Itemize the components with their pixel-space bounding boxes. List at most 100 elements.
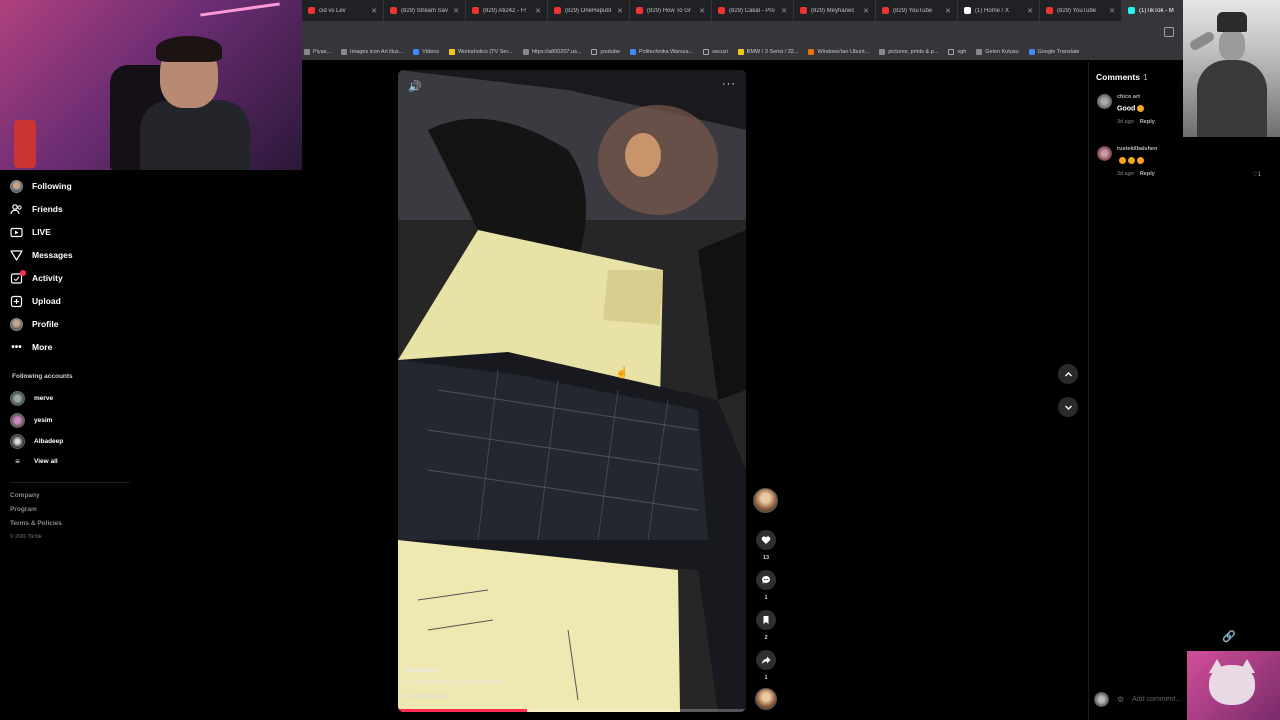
bookmark-item[interactable]: Workaholics (TV Ser... [448, 48, 513, 55]
browser-tab[interactable]: (829) Ati242 - Fr ✕ [466, 0, 548, 21]
comment-username[interactable]: rustekilbalshen [1117, 146, 1157, 152]
avatar[interactable] [1097, 94, 1112, 109]
bookmark-item[interactable]: secuzi [703, 48, 728, 55]
browser-tab[interactable]: cid vs Lev ✕ [302, 0, 384, 21]
bookmark-favicon-icon [448, 48, 455, 55]
like-button[interactable] [756, 530, 776, 550]
bookmark-item[interactable]: pictures, prints & p... [879, 48, 938, 55]
bookmark-label: Windows'tan Ubunt... [817, 48, 870, 55]
comment-username[interactable]: chico art [1117, 94, 1140, 100]
account-name: Albadeep [34, 438, 64, 445]
volume-icon[interactable]: 🔊 [408, 80, 422, 93]
heart-icon [761, 536, 771, 544]
view-all-link[interactable]: ≡ View all [10, 457, 58, 466]
save-button[interactable] [756, 610, 776, 630]
footer-terms[interactable]: Terms & Policies [10, 520, 62, 527]
nav-upload[interactable]: Upload [10, 292, 61, 310]
more-options-icon[interactable]: ··· [722, 78, 736, 90]
install-app-icon[interactable] [1164, 27, 1174, 37]
bookmark-label: sgh [957, 48, 967, 55]
browser-tab[interactable]: (829) YouTube ✕ [876, 0, 958, 21]
nav-live[interactable]: LIVE [10, 223, 51, 241]
bookmark-item[interactable]: BMW / 3 Serisi / 32... [737, 48, 798, 55]
next-video-button[interactable] [1058, 397, 1078, 417]
close-tab-icon[interactable]: ✕ [781, 7, 787, 15]
account-merve[interactable]: merve [10, 391, 53, 406]
bookmark-item[interactable]: Videos [413, 48, 439, 55]
nav-friends[interactable]: Friends [10, 200, 63, 218]
bookmark-item[interactable]: youtube [591, 48, 620, 55]
close-tab-icon[interactable]: ✕ [863, 7, 869, 15]
browser-tab[interactable]: (829) Cakal - Pro ✕ [712, 0, 794, 21]
comment-button[interactable] [756, 570, 776, 590]
comment-count: 1 [764, 595, 768, 601]
youtube-icon [718, 7, 725, 14]
video-progress-bar[interactable] [398, 709, 746, 712]
bookmark-item[interactable]: Windows'tan Ubunt... [808, 48, 870, 55]
account-yesim[interactable]: yesim [10, 413, 52, 428]
browser-tab-bar: cid vs Lev ✕ (829) Stream Sav ✕ (829) Ati242… [302, 0, 1280, 21]
nav-messages[interactable]: Messages [10, 246, 73, 264]
comment-meta: 3d ago Reply [1117, 119, 1155, 125]
bookmark-item[interactable]: Google Translate [1028, 48, 1079, 55]
video-author[interactable]: bdmastuwon [404, 668, 441, 674]
hand-cursor-icon: ☝ [615, 367, 629, 379]
browser-tab[interactable]: (829) Meyhanec ✕ [794, 0, 876, 21]
browser-tab[interactable]: (1) Home / X ✕ [958, 0, 1040, 21]
bookmark-item[interactable]: sgh [948, 48, 967, 55]
reply-link[interactable]: Reply [1140, 119, 1155, 125]
nav-label: Upload [32, 296, 61, 306]
comments-title: Comments 1 [1096, 72, 1148, 82]
close-tab-icon[interactable]: ✕ [535, 7, 541, 15]
see-translation-link[interactable]: See translation [404, 694, 447, 700]
close-tab-icon[interactable]: ✕ [1027, 7, 1033, 15]
reply-link[interactable]: Reply [1140, 171, 1155, 177]
bookmark-item[interactable]: Gelen Kutusu [976, 48, 1019, 55]
comment-like-count: 1 [1257, 172, 1261, 178]
close-tab-icon[interactable]: ✕ [617, 7, 623, 15]
tab-title: (829) Stream Sav [401, 7, 449, 14]
close-tab-icon[interactable]: ✕ [371, 7, 377, 15]
avatar[interactable] [1097, 146, 1112, 161]
bookmark-item[interactable]: Politechnika Warsza... [629, 48, 694, 55]
video-frame [398, 70, 746, 712]
nav-more[interactable]: ••• More [10, 338, 52, 356]
close-tab-icon[interactable]: ✕ [945, 7, 951, 15]
close-tab-icon[interactable]: ✕ [1109, 7, 1115, 15]
add-comment-input[interactable]: Add comment... [1132, 696, 1181, 703]
footer-program[interactable]: Program [10, 506, 37, 513]
bookmark-label: Gelen Kutusu [985, 48, 1019, 55]
notification-dot [20, 269, 26, 276]
bookmark-item[interactable]: Piyas... [304, 48, 331, 55]
browser-tab[interactable]: (829) How To Gr ✕ [630, 0, 712, 21]
screen: cid vs Lev ✕ (829) Stream Sav ✕ (829) Ati242… [0, 0, 1280, 720]
close-tab-icon[interactable]: ✕ [699, 7, 705, 15]
nav-profile[interactable]: Profile [10, 315, 58, 333]
video-player[interactable]: 🔊 ··· bdmastuwon bu sefer de kapiere yap… [398, 70, 746, 712]
browser-tab[interactable]: (829) OneRepubl ✕ [548, 0, 630, 21]
share-button[interactable] [756, 650, 776, 670]
close-tab-icon[interactable]: ✕ [453, 7, 459, 15]
browser-tab[interactable]: (829) YouTube ✕ [1040, 0, 1122, 21]
chevron-down-icon [1064, 405, 1072, 410]
nav-activity[interactable]: Activity [10, 269, 63, 287]
bookmark-label: Politechnika Warsza... [638, 48, 694, 55]
nav-following[interactable]: Following [10, 177, 72, 195]
account-albadeep[interactable]: Albadeep [10, 434, 63, 449]
browser-tab[interactable]: (829) Stream Sav ✕ [384, 0, 466, 21]
comment-like[interactable]: ♡1 [1252, 171, 1261, 178]
comments-title-label: Comments [1096, 72, 1140, 82]
account-name: merve [34, 395, 54, 402]
youtube-icon [308, 7, 315, 14]
tab-title: (829) YouTube [893, 7, 933, 14]
creator-avatar[interactable] [753, 488, 778, 513]
emoji-picker-icon[interactable]: ⚙ [1117, 695, 1124, 704]
nav-label: Activity [32, 273, 63, 283]
bookmark-item[interactable]: Images icon Ari illus... [341, 48, 403, 55]
bookmark-item[interactable]: https://a800207.us... [522, 48, 581, 55]
bookmark-favicon-icon [629, 48, 636, 55]
footer-company[interactable]: Company [10, 492, 40, 499]
previous-video-button[interactable] [1058, 364, 1078, 384]
tab-title: (829) YouTube [1057, 7, 1097, 14]
music-disc-avatar[interactable] [755, 688, 777, 710]
